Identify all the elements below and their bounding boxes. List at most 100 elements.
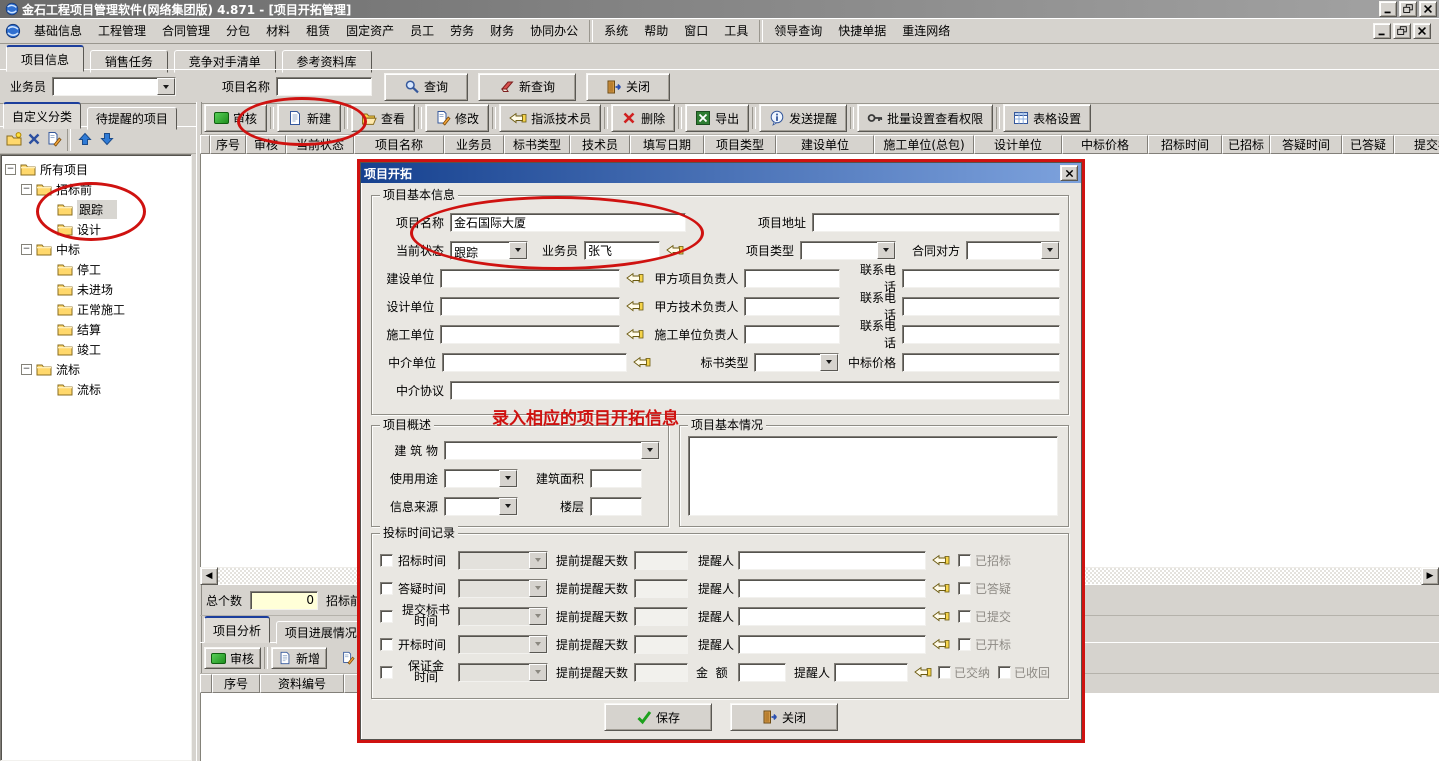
tree-item-failed-bid[interactable]: 流标 — [5, 379, 191, 399]
menu-item[interactable]: 工程管理 — [90, 19, 154, 42]
menu-item[interactable]: 工具 — [716, 19, 756, 42]
tree-item-design[interactable]: 设计 — [5, 219, 191, 239]
send-reminder-button[interactable]: 发送提醒 — [759, 104, 847, 132]
hand-pointer-icon[interactable] — [914, 665, 932, 679]
salesman-select[interactable] — [52, 77, 176, 96]
project-name-input[interactable] — [276, 77, 372, 96]
scroll-left-icon[interactable]: ◀ — [200, 567, 218, 585]
child-close-icon[interactable] — [1413, 23, 1431, 39]
move-up-button[interactable] — [74, 130, 96, 151]
column-header[interactable]: 提交标书 — [1394, 135, 1439, 154]
tree-item-failed-bid-group[interactable]: −流标 — [5, 359, 191, 379]
menu-item[interactable]: 固定资产 — [338, 19, 402, 42]
hand-pointer-icon[interactable] — [633, 355, 651, 369]
menu-item[interactable]: 财务 — [482, 19, 522, 42]
menu-item[interactable]: 快捷单据 — [830, 19, 894, 42]
close-button[interactable]: 关闭 — [586, 73, 670, 101]
design-unit-field[interactable] — [440, 297, 620, 316]
reminder-field[interactable] — [738, 635, 926, 654]
deposit-time-checkbox[interactable] — [380, 666, 393, 679]
contract-party-select[interactable] — [966, 241, 1060, 260]
collapse-icon[interactable]: − — [21, 184, 32, 195]
reminder-field[interactable] — [738, 607, 926, 626]
column-header[interactable]: 业务员 — [444, 135, 504, 154]
tab-project-progress[interactable]: 项目进展情况 — [276, 621, 366, 644]
collapse-icon[interactable]: − — [5, 164, 16, 175]
tree-item-won-bid[interactable]: −中标 — [5, 239, 191, 259]
menu-item[interactable]: 窗口 — [676, 19, 716, 42]
delete-category-button[interactable] — [24, 129, 44, 152]
building-select[interactable] — [444, 441, 660, 460]
returned-checkbox[interactable] — [998, 666, 1011, 679]
new-category-button[interactable] — [4, 129, 24, 152]
usage-select[interactable] — [444, 469, 518, 488]
column-header[interactable]: 序号 — [212, 674, 260, 693]
current-status-select[interactable]: 跟踪 — [450, 241, 528, 260]
column-header[interactable]: 项目类型 — [704, 135, 776, 154]
tree-item-pre-bid[interactable]: −招标前 — [5, 179, 191, 199]
area-field[interactable] — [590, 469, 642, 488]
situation-textarea[interactable] — [688, 436, 1058, 516]
column-header[interactable]: 序号 — [210, 135, 246, 154]
bid-time-checkbox[interactable] — [380, 554, 393, 567]
menu-item[interactable]: 协同办公 — [522, 19, 586, 42]
column-header[interactable]: 当前状态 — [286, 135, 354, 154]
sidebar-tab-reminder-projects[interactable]: 待提醒的项目 — [87, 107, 177, 130]
info-source-select[interactable] — [444, 497, 518, 516]
new-query-button[interactable]: 新查询 — [478, 73, 576, 101]
done-checkbox[interactable] — [958, 638, 971, 651]
column-header[interactable]: 审核 — [246, 135, 286, 154]
project-name-field[interactable] — [450, 213, 686, 232]
child-minimize-icon[interactable] — [1373, 23, 1391, 39]
done-checkbox[interactable] — [958, 554, 971, 567]
column-header[interactable]: 项目名称 — [354, 135, 444, 154]
move-down-button[interactable] — [96, 130, 118, 151]
project-type-select[interactable] — [800, 241, 896, 260]
reminder-field[interactable] — [738, 579, 926, 598]
menu-item[interactable]: 重连网络 — [894, 19, 958, 42]
tree-item-not-entered[interactable]: 未进场 — [5, 279, 191, 299]
bid-price-field[interactable] — [902, 353, 1060, 372]
tab-project-info[interactable]: 项目信息 — [6, 45, 84, 72]
close-icon[interactable] — [1419, 1, 1437, 17]
export-button[interactable]: 导出 — [685, 104, 749, 132]
minimize-icon[interactable] — [1379, 1, 1397, 17]
modify-button[interactable]: 修改 — [425, 104, 489, 132]
done-checkbox[interactable] — [958, 610, 971, 623]
menu-item[interactable]: 租赁 — [298, 19, 338, 42]
column-header[interactable]: 已答疑 — [1342, 135, 1394, 154]
tree-item-settlement[interactable]: 结算 — [5, 319, 191, 339]
scroll-right-icon[interactable]: ▶ — [1421, 567, 1439, 585]
owner-tech-field[interactable] — [744, 297, 840, 316]
collapse-icon[interactable]: − — [21, 364, 32, 375]
phone-field[interactable] — [902, 325, 1060, 344]
column-header[interactable]: 填写日期 — [630, 135, 704, 154]
builder-unit-field[interactable] — [440, 325, 620, 344]
hand-pointer-icon[interactable] — [932, 553, 950, 567]
tree-item-completed[interactable]: 竣工 — [5, 339, 191, 359]
column-header[interactable]: 资料编号 — [260, 674, 344, 693]
bid-type-select[interactable] — [754, 353, 838, 372]
builder-pm-field[interactable] — [744, 325, 840, 344]
grid-setting-button[interactable]: 表格设置 — [1003, 104, 1091, 132]
view-button[interactable]: 查看 — [351, 104, 415, 132]
agency-agreement-field[interactable] — [450, 381, 1060, 400]
menu-item[interactable]: 材料 — [258, 19, 298, 42]
assign-technician-button[interactable]: 指派技术员 — [499, 104, 601, 132]
qa-time-checkbox[interactable] — [380, 582, 393, 595]
column-header[interactable]: 技术员 — [570, 135, 630, 154]
floor-field[interactable] — [590, 497, 642, 516]
open-bid-time-checkbox[interactable] — [380, 638, 393, 651]
sidebar-tab-custom-category[interactable]: 自定义分类 — [3, 102, 81, 129]
menu-item[interactable]: 帮助 — [636, 19, 676, 42]
menu-item[interactable]: 分包 — [218, 19, 258, 42]
tree-item-tracking[interactable]: 跟踪 — [5, 199, 191, 219]
batch-permission-button[interactable]: 批量设置查看权限 — [857, 104, 993, 132]
hand-pointer-icon[interactable] — [626, 271, 644, 285]
column-header[interactable]: 施工单位(总包) — [874, 135, 974, 154]
edit-category-button[interactable] — [44, 129, 64, 152]
child-restore-icon[interactable] — [1393, 23, 1411, 39]
column-header[interactable]: 中标价格 — [1062, 135, 1148, 154]
done-checkbox[interactable] — [958, 582, 971, 595]
restore-icon[interactable] — [1399, 1, 1417, 17]
